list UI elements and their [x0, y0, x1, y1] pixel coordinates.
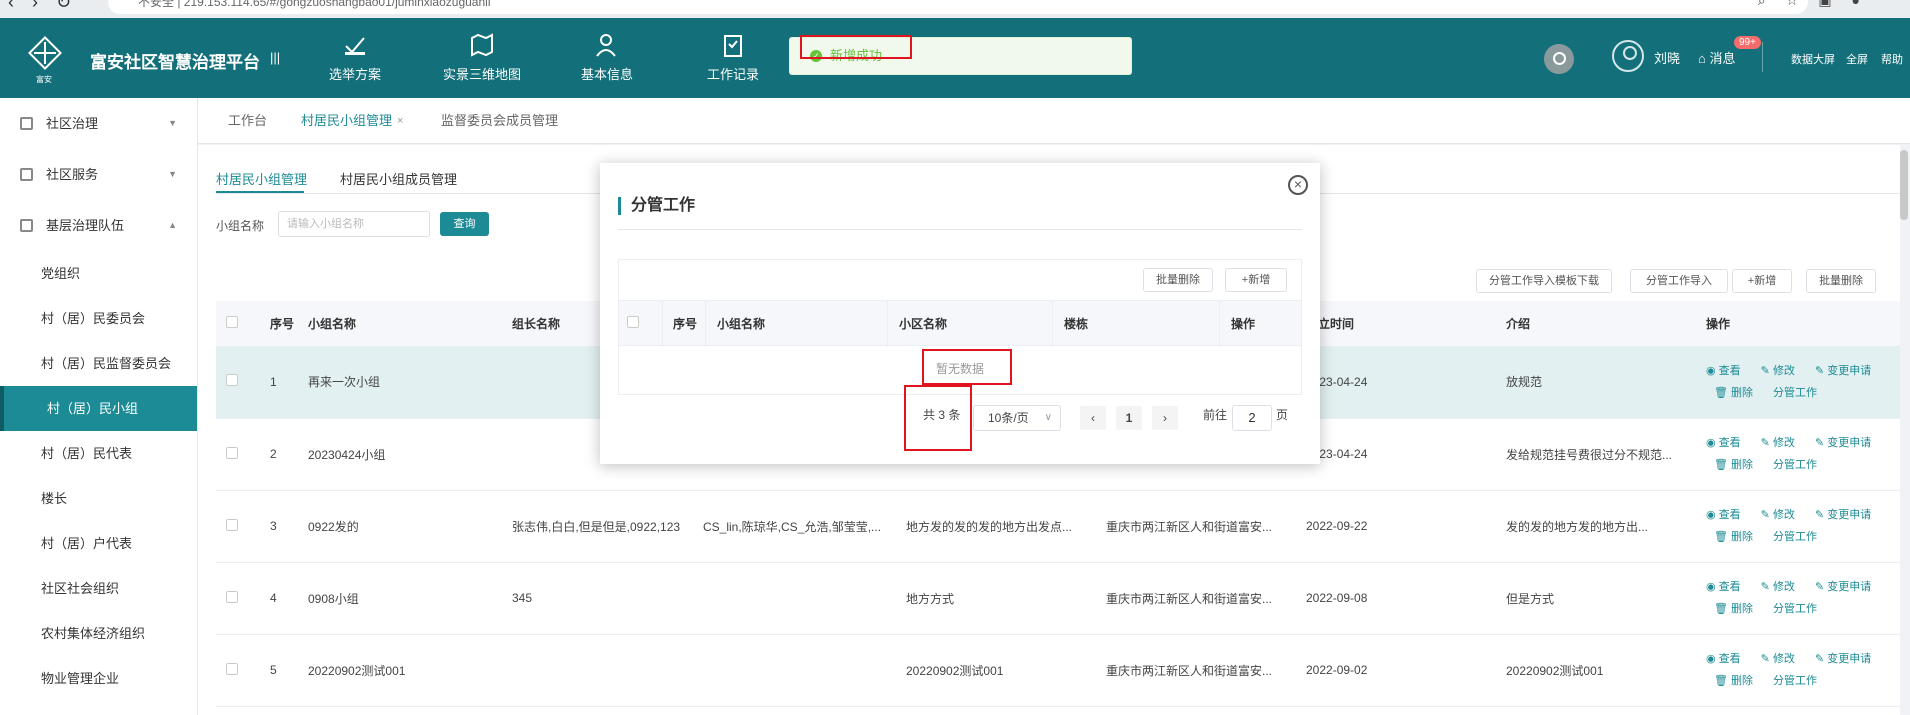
page-size-select[interactable]: 10条/页 ∨: [973, 405, 1061, 431]
search-icon[interactable]: [1544, 44, 1574, 74]
dialog-col-community: 小区名称: [899, 317, 948, 331]
messages-badge: 99+: [1734, 36, 1761, 49]
browser-nav-icons[interactable]: ‹›↻: [8, 0, 89, 13]
assign-work-dialog: × 分管工作 批量删除 +新增 序号 小组名称 小区名称 楼栋 操作 暂无数据 …: [600, 163, 1320, 464]
address-bar[interactable]: 不安全 | 219.153.114.65/#/gongzuoshangbao01…: [108, 0, 1808, 14]
dialog-table-header: 序号 小组名称 小区名称 楼栋 操作: [619, 300, 1301, 347]
chevron-down-icon: ∨: [1044, 412, 1052, 423]
data-screen-link[interactable]: 数据大屏: [1791, 51, 1835, 67]
page-unit-label: 页: [1276, 408, 1289, 422]
prev-page-button[interactable]: ‹: [1080, 406, 1106, 430]
map-icon: [471, 33, 493, 57]
ballot-icon: [345, 37, 365, 55]
menu-toggle-icon[interactable]: |||: [270, 50, 280, 65]
nav-ballot[interactable]: 选举方案: [300, 32, 410, 83]
nav-work-records[interactable]: 工作记录: [678, 32, 788, 83]
fullscreen-link[interactable]: 全屏: [1846, 51, 1868, 67]
highlight-box-empty: [922, 349, 1012, 385]
dialog-col-ops: 操作: [1231, 317, 1256, 331]
nav-3d-map[interactable]: 实景三维地图: [427, 32, 537, 83]
browser-bar: ‹›↻ 不安全 | 219.153.114.65/#/gongzuoshangb…: [0, 0, 1910, 18]
browser-toolbar-icons[interactable]: ⌕☆▣●: [1758, 0, 1880, 9]
dialog-title: 分管工作: [618, 197, 695, 215]
dialog-col-building: 楼栋: [1064, 317, 1089, 331]
bell-icon: ⌂: [1698, 51, 1706, 66]
dialog-col-no: 序号: [673, 317, 698, 331]
nav-basic-info[interactable]: 基本信息: [552, 32, 662, 83]
user-info-icon: [596, 34, 616, 57]
logo-icon: 富安: [28, 36, 62, 84]
goto-page-input[interactable]: 2: [1232, 405, 1272, 431]
avatar[interactable]: [1612, 40, 1644, 72]
svg-text:富安: 富安: [36, 74, 52, 84]
app-title: 富安社区智慧治理平台: [90, 53, 260, 72]
dialog-col-group-name: 小组名称: [717, 317, 766, 331]
messages-link[interactable]: ⌂ 消息: [1698, 48, 1736, 67]
highlight-box-total: [904, 385, 972, 451]
page-1-button[interactable]: 1: [1116, 406, 1142, 430]
dialog-title-divider: [618, 229, 1302, 230]
help-link[interactable]: 帮助: [1881, 51, 1903, 67]
app-header: 富安 富安社区智慧治理平台 ||| 选举方案 实景三维地图 基本信息 工作记录 …: [0, 18, 1910, 98]
close-icon[interactable]: ×: [1288, 175, 1308, 195]
highlight-box-toast: [800, 35, 912, 59]
clipboard-icon: [724, 35, 742, 57]
header-divider: [1762, 42, 1763, 72]
dialog-select-all-checkbox[interactable]: [627, 301, 639, 347]
dialog-batch-delete-button[interactable]: 批量删除: [1143, 268, 1213, 292]
dialog-add-button[interactable]: +新增: [1225, 268, 1287, 292]
goto-label: 前往: [1203, 408, 1228, 422]
next-page-button[interactable]: ›: [1152, 406, 1178, 430]
user-name[interactable]: 刘晓: [1654, 48, 1680, 67]
